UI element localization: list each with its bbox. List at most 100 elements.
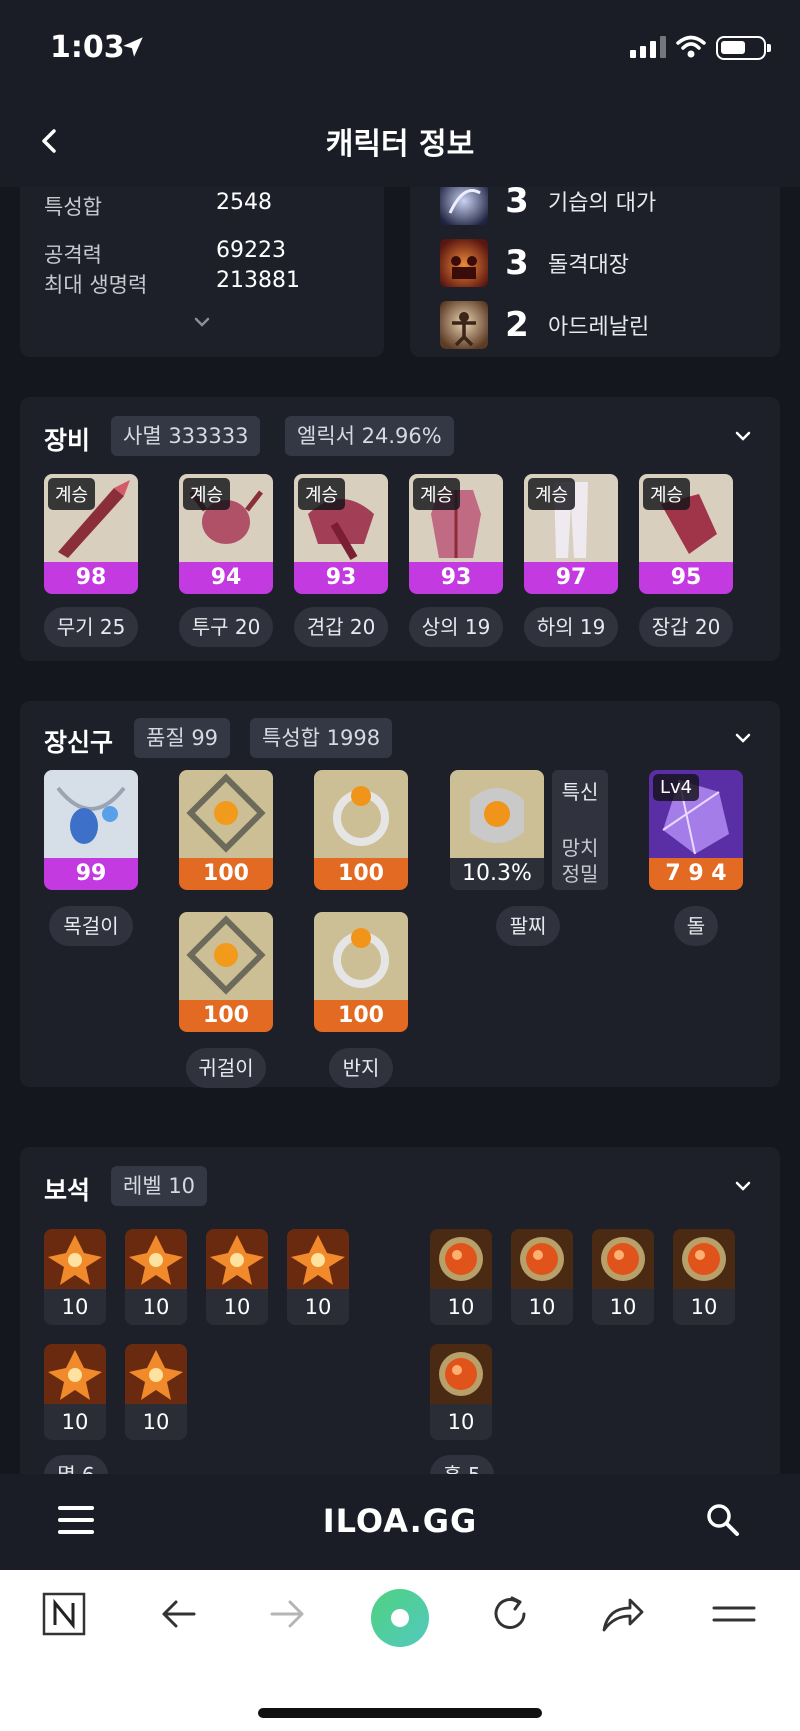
naver-logo-icon[interactable] (42, 1592, 86, 1636)
necklace-label: 목걸이 (49, 906, 133, 946)
earring-2[interactable]: 100 (179, 912, 273, 1032)
ring-2[interactable]: 100 (314, 912, 408, 1032)
equipment-weapon[interactable]: 계승 98 (44, 474, 138, 594)
gem-tile[interactable]: 10 (430, 1344, 492, 1440)
gem-tile[interactable]: 10 (125, 1229, 187, 1325)
gem-level: 10 (142, 1410, 170, 1434)
bracelet-stats-box: 특신 망치 정밀 (552, 770, 608, 890)
forward-icon (270, 1600, 304, 1628)
engraving-adrenaline-icon (440, 301, 488, 349)
gem-tile[interactable]: 10 (125, 1344, 187, 1440)
browser-toolbar (0, 1570, 800, 1731)
equipment-card: 장비 사멸 333333 엘릭서 24.96% 계승 98 계승 94 계승 9… (20, 397, 780, 661)
collapse-chevron-icon[interactable] (732, 727, 754, 749)
section-title-gems: 보석 (44, 1176, 91, 1205)
chip-quality: 품질 99 (134, 718, 231, 758)
bracelet-stat: 특신 (561, 780, 599, 804)
stat-label-traits: 특성합 (44, 195, 102, 219)
green-dot-home-icon[interactable] (370, 1588, 430, 1648)
brand-logo[interactable]: ILOA.GG (0, 1502, 800, 1540)
search-icon[interactable] (705, 1502, 741, 1538)
earring-icon (179, 912, 273, 1000)
gem-level: 10 (142, 1295, 170, 1319)
quality-value: 100 (179, 1000, 273, 1032)
damage-gem-icon (287, 1229, 349, 1289)
succession-tag: 계승 (528, 478, 576, 510)
engraving-row[interactable]: 2 아드레날린 (440, 301, 649, 349)
cooldown-gem-icon (592, 1229, 654, 1289)
stone-value: 7 9 4 (649, 858, 743, 890)
stat-label-max-hp: 최대 생명력 (44, 273, 148, 297)
page-title: 캐릭터 정보 (325, 127, 475, 162)
equipment-label-weapon: 무기 25 (44, 607, 138, 647)
scroll-content[interactable]: 특성합 2548 공격력 69223 최대 생명력 213881 3 기습의 대… (0, 187, 800, 1474)
succession-tag: 계승 (413, 478, 461, 510)
refresh-icon[interactable] (488, 1592, 532, 1636)
ring-icon (314, 912, 408, 1000)
quality-value: 98 (44, 562, 138, 594)
bracelet-icon (450, 770, 544, 858)
gem-level: 10 (690, 1295, 718, 1319)
bracelet-value: 10.3% (450, 858, 544, 890)
stone-level-tag: Lv4 (653, 774, 700, 801)
necklace[interactable]: 99 (44, 770, 138, 890)
stat-value-attack: 69223 (216, 238, 286, 263)
ability-stone[interactable]: Lv4 7 9 4 (649, 770, 743, 890)
back-icon[interactable] (156, 1592, 200, 1636)
equipment-label-shoulder: 견갑 20 (294, 607, 388, 647)
collapse-chevron-icon[interactable] (732, 425, 754, 447)
stat-value-traits: 2548 (216, 190, 272, 215)
accessories-card: 장신구 품질 99 특성합 1998 99 100 100 10.3% 특신 망… (20, 701, 780, 1088)
quality-value: 97 (524, 562, 618, 594)
equipment-chest[interactable]: 계승 93 (409, 474, 503, 594)
damage-gem-icon (206, 1229, 268, 1289)
collapse-chevron-icon[interactable] (732, 1175, 754, 1197)
engraving-level: 3 (505, 187, 529, 221)
engraving-row[interactable]: 3 기습의 대가 (440, 187, 656, 225)
equipment-helmet[interactable]: 계승 94 (179, 474, 273, 594)
equipment-pants[interactable]: 계승 97 (524, 474, 618, 594)
engraving-name: 돌격대장 (548, 253, 629, 278)
equipment-shoulder[interactable]: 계승 93 (294, 474, 388, 594)
gem-tile[interactable]: 10 (206, 1229, 268, 1325)
damage-gem-icon (44, 1344, 106, 1404)
earring-1[interactable]: 100 (179, 770, 273, 890)
ring-icon (314, 770, 408, 858)
wifi-icon (676, 35, 706, 58)
location-arrow-icon (123, 37, 143, 57)
equipment-gloves[interactable]: 계승 95 (639, 474, 733, 594)
chip-set-bonus: 사멸 333333 (111, 416, 261, 456)
gem-tile[interactable]: 10 (44, 1344, 106, 1440)
gem-tile[interactable]: 10 (44, 1229, 106, 1325)
section-title-equipment: 장비 (44, 426, 91, 455)
gem-level: 10 (304, 1295, 332, 1319)
expand-chevron-icon[interactable] (192, 315, 212, 329)
damage-gem-icon (125, 1344, 187, 1404)
equipment-label-gloves: 장갑 20 (639, 607, 733, 647)
engraving-row[interactable]: 3 돌격대장 (440, 239, 629, 287)
gems-card: 보석 레벨 10 10 10 10 10 10 10 10 10 10 10 10 멸 6 홍 5 (20, 1147, 780, 1474)
gem-level: 10 (61, 1295, 89, 1319)
ring-label: 반지 (329, 1048, 393, 1088)
battery-icon (716, 36, 771, 60)
gem-tile[interactable]: 10 (511, 1229, 573, 1325)
share-icon[interactable] (600, 1592, 646, 1636)
gem-tile[interactable]: 10 (287, 1229, 349, 1325)
more-menu-icon[interactable] (712, 1592, 756, 1636)
status-bar: 1:03 (0, 0, 800, 95)
gem-tile[interactable]: 10 (592, 1229, 654, 1325)
ring-1[interactable]: 100 (314, 770, 408, 890)
home-indicator (258, 1708, 542, 1718)
earring-icon (179, 770, 273, 858)
engraving-name: 아드레날린 (548, 315, 650, 340)
gem-tile[interactable]: 10 (673, 1229, 735, 1325)
stat-value-max-hp: 213881 (216, 268, 300, 293)
quality-value: 100 (179, 858, 273, 890)
gems-right-label: 홍 5 (430, 1455, 494, 1474)
gem-tile[interactable]: 10 (430, 1229, 492, 1325)
cellular-signal-icon (630, 36, 666, 58)
bracelet[interactable]: 10.3% (450, 770, 544, 890)
succession-tag: 계승 (183, 478, 231, 510)
succession-tag: 계승 (643, 478, 691, 510)
status-time: 1:03 (50, 30, 125, 65)
